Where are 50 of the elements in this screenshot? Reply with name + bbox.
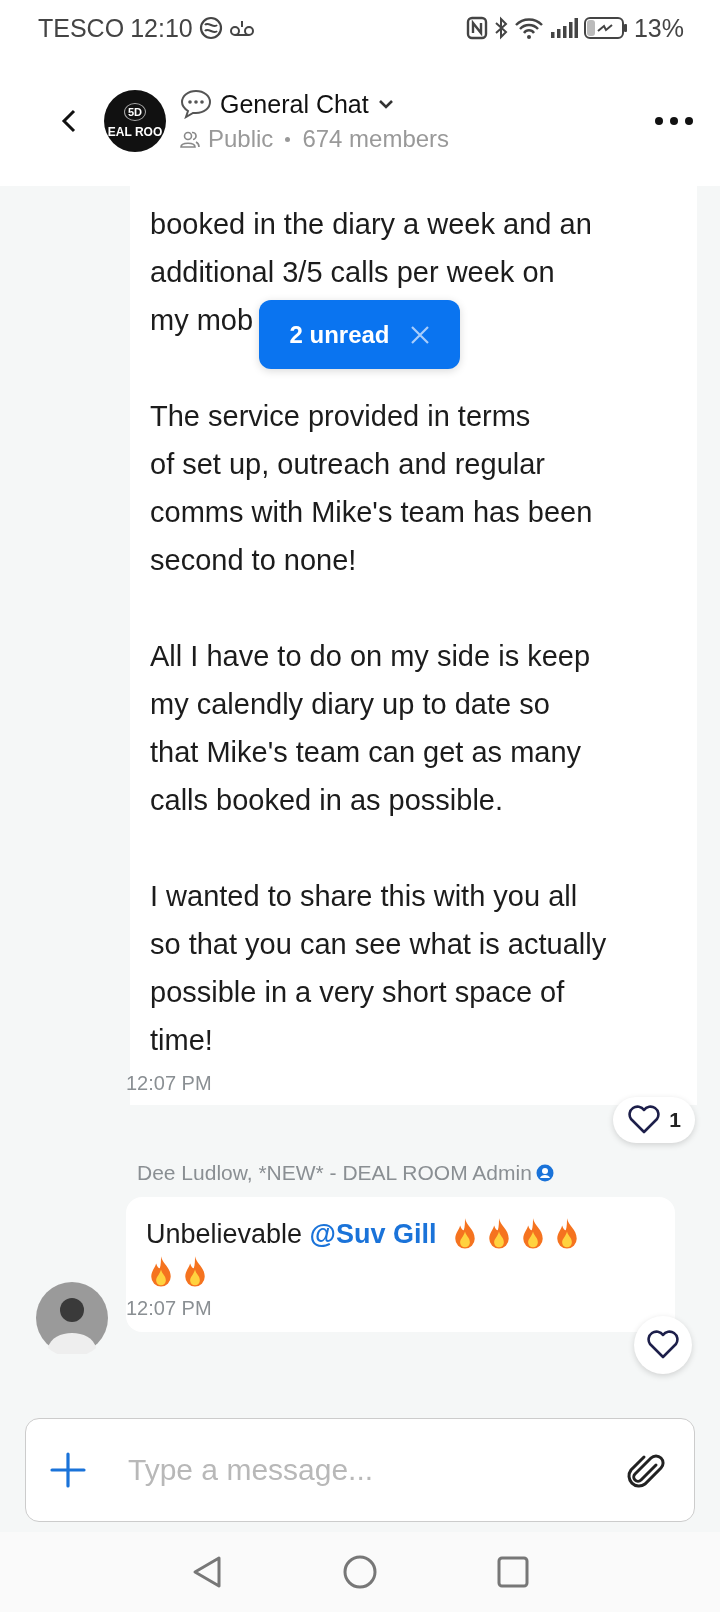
visibility-label: Public — [208, 125, 274, 153]
like-reaction[interactable]: 1 — [613, 1097, 695, 1143]
message-time: 12:07 PM — [126, 1072, 213, 1095]
chat-title[interactable]: General Chat — [220, 89, 369, 119]
message-line: additional 3/5 calls per week on — [150, 255, 555, 290]
sender-name: Dee Ludlow, *NEW* - DEAL ROOM Admin — [137, 1161, 532, 1185]
message-field[interactable]: Type a message... — [126, 1452, 586, 1488]
unread-toast[interactable]: 2 unread — [259, 300, 460, 369]
close-icon[interactable] — [409, 324, 430, 345]
message-line: booked in the diary a week and an — [150, 207, 592, 242]
message-line: of set up, outreach and regular — [150, 447, 545, 482]
message-time: 12:07 PM — [126, 1297, 213, 1320]
nfc-icon — [465, 16, 488, 40]
message-line: possible in a very short space of — [150, 975, 565, 1010]
message-line: my calendly diary up to date so — [150, 687, 550, 722]
chevron-down-icon[interactable] — [376, 97, 395, 111]
speech-bubble-icon — [180, 89, 212, 119]
recents-nav-icon[interactable] — [497, 1556, 529, 1588]
carrier-label: TESCO — [38, 13, 125, 43]
battery-icon — [583, 16, 628, 40]
message-line: comms with Mike's team has been — [150, 495, 593, 530]
signal-icon — [549, 17, 578, 39]
message-line: I wanted to share this with you all — [150, 879, 578, 914]
message-line: calls booked in as possible. — [150, 783, 504, 818]
message-text: Unbelievable @Suv Gill — [146, 1218, 437, 1250]
voicemail-icon — [228, 18, 255, 38]
plus-icon[interactable] — [50, 1452, 86, 1488]
message-line: second to none! — [150, 543, 357, 578]
message-line: The service provided in terms — [150, 399, 531, 434]
wifi-icon — [513, 16, 544, 40]
mention-link[interactable]: @Suv Gill — [309, 1218, 437, 1249]
back-nav-icon[interactable] — [191, 1555, 223, 1589]
heart-icon[interactable] — [627, 1105, 662, 1135]
message-line: All I have to do on my side is keep — [150, 639, 591, 674]
clock: 12:10 — [130, 13, 193, 43]
like-button[interactable] — [634, 1316, 692, 1374]
group-logo: 5D EAL ROO — [104, 90, 166, 152]
battery-percent: 13% — [633, 13, 684, 43]
message-line: time! — [150, 1023, 213, 1058]
member-count: 674 members — [302, 125, 450, 153]
bluetooth-icon — [493, 16, 508, 40]
message-line: my mob — [150, 303, 254, 338]
people-icon — [180, 130, 200, 148]
avatar[interactable] — [36, 1282, 108, 1354]
dot-separator — [285, 136, 291, 142]
heart-icon[interactable] — [646, 1330, 680, 1360]
home-nav-icon[interactable] — [343, 1555, 377, 1589]
message-line: that Mike's team can get as many — [150, 735, 582, 770]
more-icon[interactable] — [654, 116, 694, 126]
message-line: so that you can see what is actually — [150, 927, 607, 962]
